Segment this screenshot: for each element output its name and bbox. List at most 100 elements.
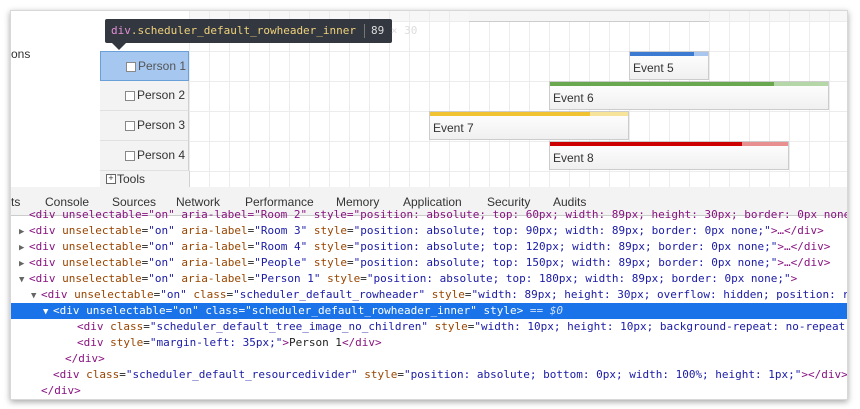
dom-tag-end: >…</div> — [770, 224, 824, 237]
browser-window: ons Person 1 Person 2 Person 3 Person 4 Eve… — [10, 10, 848, 400]
selected-dom-node[interactable]: ▼ <div unselectable="on" class="scheduler… — [11, 303, 847, 319]
dom-space — [425, 288, 432, 301]
dom-tag: <div — [53, 304, 87, 317]
row-header-person-2[interactable]: Person 2 — [100, 81, 189, 111]
event-duration-bar-remaining — [774, 82, 828, 86]
dom-attr-name: style — [434, 320, 468, 333]
dom-attr-value: "scheduler_default_resourcedivider" — [125, 368, 358, 381]
dom-attr-eq: = — [464, 288, 472, 301]
dom-close-tag: </div> — [341, 336, 382, 349]
dom-attr-name: style — [313, 224, 347, 237]
dom-tag: <div — [29, 240, 63, 253]
event-duration-bar-remaining — [742, 142, 788, 146]
dom-attr-name: class — [205, 304, 239, 317]
dom-attr-value: "scheduler_default_tree_image_no_childre… — [149, 320, 429, 333]
dom-attr-name: style — [431, 288, 465, 301]
dom-tag: </div> — [65, 352, 105, 365]
dom-attr-name: class — [193, 288, 227, 301]
dom-attr-value: "Person 1" — [254, 272, 321, 285]
event-duration-bar — [430, 112, 590, 116]
dom-attr-name: style — [110, 336, 144, 349]
dom-node-line[interactable]: ▼ <div unselectable="on" aria-label="Pers… — [11, 271, 847, 287]
dom-attr-name: unselectable — [86, 304, 166, 317]
dom-attr-value: "position: absolute; top: 90px; width: 8… — [353, 224, 771, 237]
checkbox-icon[interactable] — [126, 62, 136, 72]
dom-space — [428, 320, 435, 333]
dom-tag: <div — [29, 224, 63, 237]
checkbox-icon[interactable] — [125, 91, 135, 101]
dom-node-line[interactable]: ▶ <div unselectable="on" aria-label="Room… — [11, 223, 847, 239]
dom-tag: <div — [53, 368, 87, 381]
dom-attr-eq: = — [143, 320, 150, 333]
dom-node-line[interactable]: </div> — [11, 383, 847, 399]
dom-node-line[interactable]: <div class="scheduler_default_resourcedi… — [11, 367, 847, 383]
row-header-label: Person 4 — [137, 148, 186, 162]
dom-attr-name: style — [364, 368, 398, 381]
dom-node-line[interactable]: </div> — [11, 351, 847, 367]
dom-attr-value: "on" — [172, 304, 199, 317]
event-partial-top[interactable] — [469, 11, 709, 22]
dom-attr-name: aria-label — [181, 272, 248, 285]
row-header-person-1[interactable]: Person 1 — [100, 51, 189, 81]
row-header-person-3[interactable]: Person 3 — [100, 111, 189, 141]
event-5[interactable]: Event 5 — [629, 51, 709, 80]
dom-attr-value: "width: 10px; height: 10px; background-r… — [474, 320, 847, 333]
row-header-label: Person 2 — [137, 88, 186, 102]
dom-attr-name: unselectable — [62, 240, 142, 253]
tooltip-separator — [364, 24, 366, 38]
expand-triangle-icon[interactable]: ▶ — [19, 256, 29, 271]
dom-node-line[interactable]: <div class="scheduler_default_tree_image… — [11, 319, 847, 335]
dom-tag: <div — [77, 336, 111, 349]
event-6[interactable]: Event 6 — [549, 81, 829, 110]
dom-node-line[interactable]: ▼ <div unselectable="on" class="scheduler… — [11, 287, 847, 303]
checkbox-icon[interactable] — [125, 121, 135, 131]
expand-triangle-icon[interactable]: ▶ — [19, 240, 29, 255]
expand-triangle-icon[interactable]: ▼ — [31, 288, 41, 303]
dom-tag-end: > — [282, 336, 289, 349]
event-7[interactable]: Event 7 — [429, 111, 629, 140]
tooltip-class: .scheduler_default_rowheader_inner — [130, 24, 357, 37]
row-header-tools[interactable]: + Tools — [100, 171, 190, 187]
row-header-person-4[interactable]: Person 4 — [100, 141, 189, 171]
dom-attr-name: unselectable — [74, 288, 154, 301]
dom-attr-value: "scheduler_default_rowheader" — [233, 288, 426, 301]
console-ref: == $0 — [523, 304, 564, 317]
dom-node-line[interactable]: <div unselectable="on" aria-label="Room … — [11, 207, 847, 223]
screenshot-frame: ons Person 1 Person 2 Person 3 Person 4 Eve… — [0, 0, 860, 409]
dom-tag: <div — [77, 320, 111, 333]
dom-tag-end: >…</div> — [777, 256, 831, 269]
dom-attr-name: style — [327, 272, 361, 285]
dom-attr-value: "position: absolute; top: 180px; width: … — [366, 272, 791, 285]
tooltip-tag: div — [111, 24, 131, 37]
dom-node-line[interactable]: ▶ <div unselectable="on" aria-label="Peop… — [11, 255, 847, 271]
dom-space — [307, 240, 314, 253]
dom-node-line[interactable]: ▶ <div unselectable="on" aria-label="Room… — [11, 239, 847, 255]
expand-triangle-icon[interactable]: ▶ — [19, 224, 29, 239]
dom-text-node: Person 1 — [288, 336, 342, 349]
inspect-element-tooltip: div.scheduler_default_rowheader_inner 89 … — [105, 19, 417, 43]
dom-attr-value: "position: absolute; bottom: 0px; width:… — [404, 368, 802, 381]
dom-node-line[interactable]: <div style="margin-left: 35px;">Person 1… — [11, 335, 847, 351]
row-header-label: Person 1 — [138, 59, 187, 73]
expand-triangle-icon[interactable]: ▼ — [19, 272, 29, 287]
expand-triangle-icon[interactable]: ▼ — [43, 304, 53, 319]
dom-attr-name: style — [313, 240, 347, 253]
dom-attr-eq: = — [143, 336, 150, 349]
dom-node-text: <div unselectable="on" aria-label="Room … — [29, 208, 847, 221]
tooltip-dimensions: 89 × 30 — [371, 24, 418, 37]
event-label: Event 7 — [433, 121, 474, 135]
event-8[interactable]: Event 8 — [549, 141, 789, 170]
dom-attr-eq: = — [346, 240, 354, 253]
checkbox-icon[interactable] — [125, 151, 135, 161]
event-duration-bar-remaining — [694, 52, 708, 56]
dom-attr-eq: = — [119, 368, 126, 381]
expand-plus-icon[interactable]: + — [106, 174, 116, 184]
dom-attr-eq: = — [360, 272, 367, 285]
event-duration-bar — [550, 82, 774, 86]
dom-attr-name: aria-label — [181, 256, 248, 269]
event-duration-bar — [550, 142, 742, 146]
dom-tag-end: > — [790, 272, 798, 285]
dom-attr-name: aria-label — [181, 240, 248, 253]
dom-attr-name: unselectable — [62, 272, 142, 285]
dom-space — [477, 304, 484, 317]
